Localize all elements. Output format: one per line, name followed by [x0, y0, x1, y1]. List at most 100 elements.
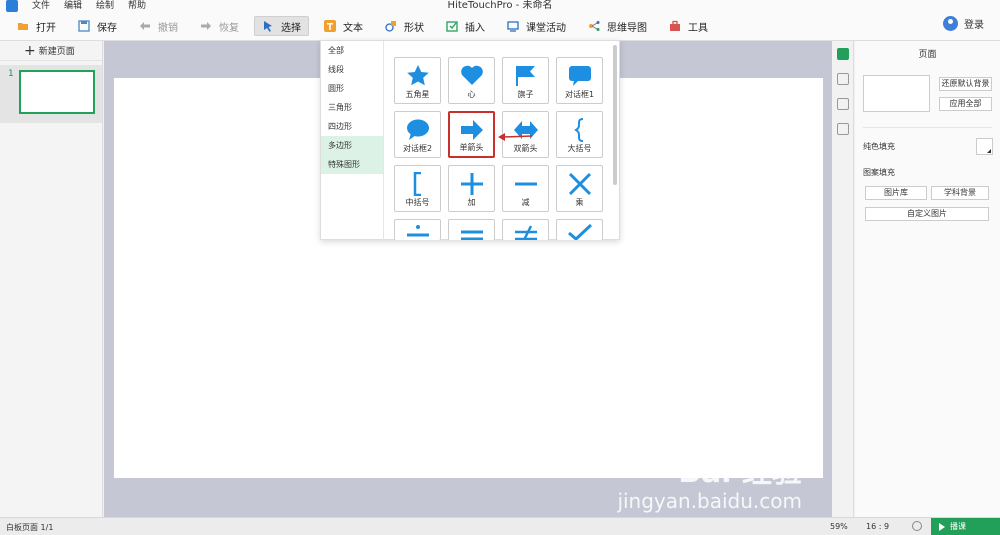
window-title: HiteTouchPro - 未命名	[447, 0, 553, 11]
category-circles[interactable]: 圆形	[321, 79, 383, 98]
page-settings-tab-icon[interactable]	[836, 48, 849, 60]
class-activity-button[interactable]: 课堂活动	[500, 16, 573, 36]
shape-single-arrow-label: 单箭头	[459, 143, 484, 152]
shape-curly-brace-label: 大括号	[567, 144, 592, 153]
shape-curly-brace[interactable]: 大括号	[556, 111, 603, 158]
right-tab-strip	[832, 41, 854, 517]
aspect-ratio-select[interactable]: 16 : 9	[866, 522, 889, 531]
redo-button[interactable]: 恢复	[193, 16, 246, 36]
category-quadrilaterals[interactable]: 四边形	[321, 117, 383, 136]
shape-speech-bubble-2[interactable]: 对话框2	[394, 111, 441, 158]
category-lines[interactable]: 线段	[321, 60, 383, 79]
shape-minus-label: 减	[521, 198, 530, 207]
curly-brace-icon	[574, 118, 584, 142]
cursor-icon	[262, 20, 274, 32]
save-button[interactable]: 保存	[71, 16, 124, 36]
save-icon	[78, 20, 90, 32]
page-number: 1	[8, 69, 14, 79]
toolbox-icon	[669, 20, 681, 32]
shape-not-equal[interactable]	[502, 219, 549, 240]
mindmap-icon	[588, 20, 600, 32]
heart-icon	[461, 65, 483, 85]
shape-flag[interactable]: 旗子	[502, 57, 549, 104]
page-thumbnail-row[interactable]: 1	[0, 65, 102, 123]
apply-all-button[interactable]: 应用全部	[939, 97, 992, 111]
shape-plus[interactable]: 加	[448, 165, 495, 212]
open-label: 打开	[36, 22, 56, 34]
watermark-main: Bai 经验	[678, 455, 802, 490]
shape-speech-bubble-2-label: 对话框2	[402, 144, 433, 153]
category-special[interactable]: 特殊图形	[321, 155, 383, 174]
menu-edit[interactable]: 编辑	[64, 0, 82, 12]
menu-draw[interactable]: 绘制	[96, 0, 114, 12]
not-equal-shape-icon	[515, 225, 537, 240]
plus-icon: +	[24, 42, 36, 59]
shape-star[interactable]: 五角星	[394, 57, 441, 104]
category-all[interactable]: 全部	[321, 41, 383, 60]
subject-background-button[interactable]: 学科背景	[931, 186, 989, 200]
shape-equals[interactable]	[448, 219, 495, 240]
mindmap-label: 思维导图	[607, 22, 647, 34]
shape-square-bracket-label: 中括号	[405, 198, 430, 207]
new-page-button[interactable]: + 新建页面	[0, 41, 102, 61]
shape-multiply-label: 乘	[575, 198, 584, 207]
insert-icon	[446, 20, 458, 32]
right-arrow-icon	[461, 120, 483, 140]
text-button[interactable]: 文本	[317, 16, 370, 36]
category-polygons[interactable]: 多边形	[321, 136, 383, 155]
pattern-fill-label: 图案填充	[863, 168, 895, 177]
status-bar: 白板页面 1/1 59% 16 : 9 播课	[0, 517, 1000, 535]
shape-divide[interactable]	[394, 219, 441, 240]
check-shape-icon	[568, 224, 592, 240]
resources-tab-icon[interactable]	[836, 123, 849, 135]
shape-dropdown: 全部 线段 圆形 三角形 四边形 多边形 特殊图形 五角星 心 旗子 对话框1 …	[320, 40, 620, 240]
menu-file[interactable]: 文件	[32, 0, 50, 12]
shape-check[interactable]	[556, 219, 603, 240]
shape-speech-bubble-1[interactable]: 对话框1	[556, 57, 603, 104]
insert-button[interactable]: 插入	[439, 16, 492, 36]
text-label: 文本	[343, 22, 363, 34]
category-triangles[interactable]: 三角形	[321, 98, 383, 117]
open-button[interactable]: 打开	[10, 16, 63, 36]
gallery-button[interactable]: 图片库	[865, 186, 927, 200]
plus-shape-icon	[461, 173, 483, 195]
page-list-panel: + 新建页面 1	[0, 41, 103, 517]
mindmap-button[interactable]: 思维导图	[581, 16, 654, 36]
watermark-url: jingyan.baidu.com	[617, 489, 802, 513]
loop-icon[interactable]	[912, 521, 922, 531]
undo-button[interactable]: 撤销	[132, 16, 185, 36]
shape-square-bracket[interactable]: 中括号	[394, 165, 441, 212]
shapes-icon	[385, 20, 397, 32]
reset-background-button[interactable]: 还原默认背景	[939, 77, 992, 91]
shape-button[interactable]: 形状	[378, 16, 431, 36]
fill-color-picker[interactable]	[976, 138, 993, 155]
zoom-select[interactable]: 59%	[830, 522, 848, 531]
shape-single-arrow[interactable]: 单箭头	[448, 111, 495, 158]
background-preview	[863, 75, 930, 112]
shape-heart[interactable]: 心	[448, 57, 495, 104]
shape-star-label: 五角星	[405, 90, 430, 99]
panel-title: 页面	[918, 50, 937, 60]
login-button[interactable]: 登录	[943, 16, 984, 31]
flag-icon	[516, 66, 535, 86]
redo-icon	[200, 20, 212, 32]
user-avatar-icon	[943, 16, 958, 31]
shape-multiply[interactable]: 乘	[556, 165, 603, 212]
tools-button[interactable]: 工具	[662, 16, 715, 36]
shape-dropdown-scrollbar[interactable]	[613, 45, 617, 185]
layers-tab-icon[interactable]	[836, 98, 849, 110]
present-button[interactable]: 播课	[931, 518, 1000, 535]
select-button[interactable]: 选择	[254, 16, 309, 36]
new-page-label: 新建页面	[38, 47, 75, 57]
page-info: 白板页面 1/1	[6, 523, 54, 532]
speech-bubble-round-icon	[407, 119, 429, 140]
pin-tab-icon[interactable]	[836, 73, 849, 85]
page-thumbnail[interactable]	[19, 70, 95, 114]
menu-help[interactable]: 帮助	[128, 0, 146, 12]
tools-label: 工具	[688, 22, 708, 34]
panel-divider	[863, 127, 992, 128]
shape-minus[interactable]: 减	[502, 165, 549, 212]
custom-image-button[interactable]: 自定义图片	[865, 207, 989, 221]
undo-label: 撤销	[158, 22, 178, 34]
solid-fill-label: 纯色填充	[863, 142, 895, 151]
